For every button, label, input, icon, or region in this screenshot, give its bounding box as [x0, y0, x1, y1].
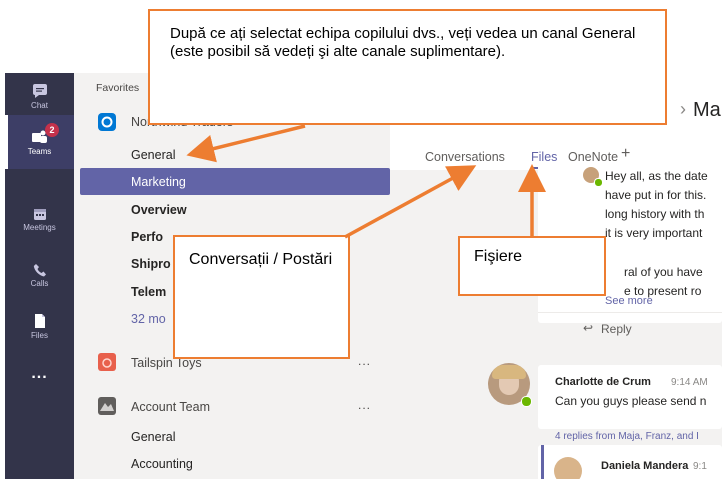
post2-author: Charlotte de Crum — [555, 376, 651, 388]
channel-general[interactable]: General — [131, 148, 175, 162]
selected-channel-highlight — [80, 168, 390, 195]
rail-calls[interactable]: Calls — [5, 253, 74, 303]
callout-conversations-text: Conversații / Postări — [189, 251, 333, 268]
callout-conversations: Conversații / Postări — [173, 235, 350, 359]
breadcrumb-chevron-icon: › — [680, 99, 686, 119]
teams-badge: 2 — [45, 123, 59, 137]
see-more-link[interactable]: See more — [605, 295, 653, 307]
reply-time: 9:1 — [693, 461, 707, 472]
channel-performance[interactable]: Perfo — [131, 230, 163, 244]
callout-general-text: După ce ați selectat echipa copilului dv… — [170, 25, 636, 60]
channel-title: Mar — [693, 99, 722, 121]
chat-icon — [32, 84, 47, 98]
tab-onenote[interactable]: OneNote — [568, 150, 618, 164]
rail-more[interactable]: ... — [5, 353, 74, 403]
channel-shiproom[interactable]: Shipro — [131, 257, 171, 271]
callout-general-channel: După ce ați selectat echipa copilului dv… — [148, 9, 667, 125]
daniela-avatar — [554, 457, 582, 479]
post1-line-5: ral of you have — [624, 265, 703, 279]
reply-author: Daniela Mandera — [601, 460, 689, 472]
post1-line-4: it is very important — [605, 226, 703, 240]
rail-label-chat: Chat — [31, 101, 48, 110]
team-more-tailspin[interactable]: ... — [358, 354, 371, 368]
channel-account-general[interactable]: General — [131, 430, 175, 444]
callout-files-text: Fişiere — [474, 248, 523, 265]
rail-teams[interactable]: 2 Teams — [5, 115, 74, 169]
callout-files: Fişiere — [458, 236, 606, 296]
team-more-account[interactable]: ... — [358, 398, 371, 412]
presence-available-icon — [521, 396, 532, 407]
presence-available-icon — [594, 178, 603, 187]
channel-marketing[interactable]: Marketing — [131, 175, 186, 189]
tab-conversations[interactable]: Conversations — [425, 150, 505, 164]
files-icon — [34, 314, 45, 328]
replies-summary-link[interactable]: 4 replies from Maja, Franz, and I — [555, 431, 699, 442]
more-icon: ... — [31, 365, 48, 382]
app-rail: Chat 2 Teams Meetings Calls Files ... — [5, 73, 74, 479]
favorites-label: Favorites — [96, 82, 140, 94]
post2-text: Can you guys please send n — [555, 394, 707, 408]
post1-line-1: Hey all, as the date — [605, 169, 708, 183]
rail-label-calls: Calls — [30, 279, 49, 288]
account-team-icon — [98, 397, 116, 415]
rail-meetings[interactable]: Meetings — [5, 197, 74, 247]
calls-icon — [33, 264, 46, 277]
channel-accounting[interactable]: Accounting — [131, 457, 193, 471]
team-name-account[interactable]: Account Team — [131, 400, 210, 414]
reply-icon: ↩ — [583, 321, 594, 335]
reply-button[interactable]: Reply — [601, 322, 632, 336]
add-tab-button[interactable]: + — [621, 145, 630, 163]
channel-telemetry[interactable]: Telem — [131, 285, 166, 299]
northwind-team-icon — [98, 113, 116, 131]
post1-line-2: have put in for this. — [605, 188, 707, 202]
active-indicator — [5, 115, 8, 169]
tab-files[interactable]: Files — [531, 150, 557, 164]
thread-indicator — [541, 445, 544, 479]
post1-line-3: long history with th — [605, 207, 705, 221]
rail-label-files: Files — [31, 331, 48, 340]
more-channels-link[interactable]: 32 mo — [131, 312, 166, 326]
tailspin-team-icon — [98, 353, 116, 371]
rail-label-meetings: Meetings — [23, 223, 56, 232]
post2-time: 9:14 AM — [671, 377, 708, 388]
meetings-icon — [33, 209, 46, 220]
rail-files[interactable]: Files — [5, 303, 74, 353]
channel-overview[interactable]: Overview — [131, 203, 187, 217]
divider — [538, 312, 722, 313]
rail-label-teams: Teams — [27, 147, 52, 156]
